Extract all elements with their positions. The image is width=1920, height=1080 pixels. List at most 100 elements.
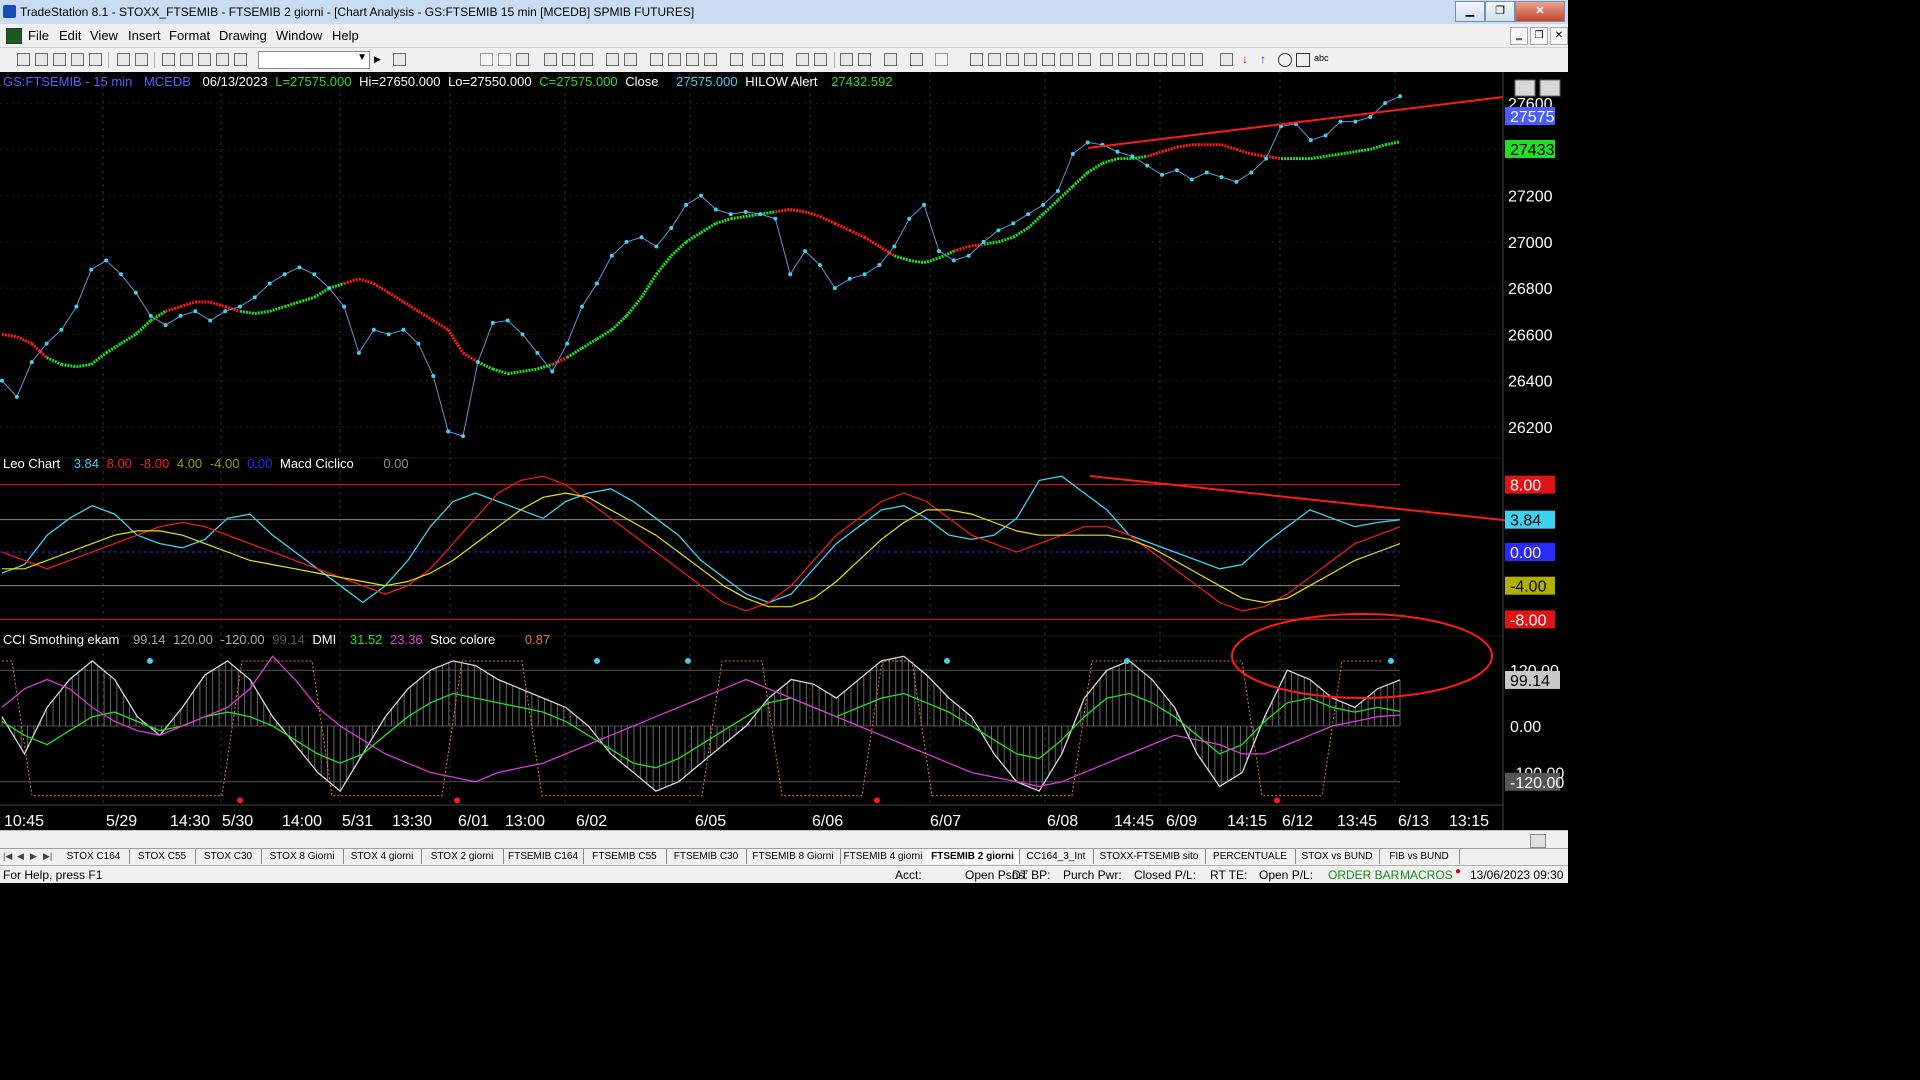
tab-stox-2-giorni[interactable]: STOX 2 giorni	[421, 849, 504, 864]
strategy-icon[interactable]	[562, 53, 575, 66]
curve-icon[interactable]	[1220, 53, 1233, 66]
menu-edit[interactable]: Edit	[59, 28, 81, 43]
tab-first-icon[interactable]: |◀	[3, 851, 12, 862]
chart-style-line-icon[interactable]	[498, 53, 511, 66]
tab-prev-icon[interactable]: ◀	[17, 851, 24, 862]
symbol-combobox[interactable]: ▼	[258, 51, 370, 69]
menu-window[interactable]: Window	[276, 28, 322, 43]
text-icon[interactable]	[910, 53, 923, 66]
menu-insert[interactable]: Insert	[128, 28, 161, 43]
tab-ftsemib-2-giorni[interactable]: FTSEMIB 2 giorni	[926, 849, 1020, 864]
speed-lines-icon[interactable]	[1042, 53, 1055, 66]
format-window-icon[interactable]	[624, 53, 637, 66]
mdi-restore-button[interactable]: ❐	[1530, 27, 1548, 45]
macros-button[interactable]: MACROS	[1400, 868, 1453, 882]
tools-icon[interactable]	[884, 53, 897, 66]
radar-icon[interactable]	[686, 53, 699, 66]
tab-stox-vs-bund[interactable]: STOX vs BUND	[1295, 849, 1380, 864]
chevron-down-icon[interactable]: ▼	[357, 52, 367, 63]
data-window-icon[interactable]	[516, 53, 529, 66]
chart-style-bar-icon[interactable]	[480, 53, 493, 66]
scanner-icon[interactable]	[704, 53, 717, 66]
news-icon[interactable]	[650, 53, 663, 66]
chart-canvas[interactable]: 2760027400272002700026800266002640026200…	[0, 72, 1568, 830]
mdi-close-button[interactable]: ✕	[1550, 27, 1568, 45]
tab-next-icon[interactable]: ▶	[30, 851, 37, 862]
chart-window-icon[interactable]	[6, 28, 22, 44]
chart-analysis-window[interactable]: 2760027400272002700026800266002640026200…	[0, 72, 1568, 830]
lock-icon[interactable]	[198, 53, 211, 66]
angle-line-icon[interactable]	[1118, 53, 1131, 66]
tradestation-app-icon[interactable]	[3, 5, 16, 18]
ellipse-icon[interactable]	[1278, 53, 1292, 67]
tab-stox-c30[interactable]: STOX C30	[195, 849, 262, 864]
regression-channel-icon[interactable]	[1100, 53, 1113, 66]
fibonacci-icon[interactable]	[1024, 53, 1037, 66]
cycle-icon[interactable]	[1190, 53, 1203, 66]
print-icon[interactable]	[117, 53, 130, 66]
play-icon[interactable]: ▶	[374, 54, 381, 65]
tab-ftsemib-8-giorni[interactable]: FTSEMIB 8 Giorni	[746, 849, 841, 864]
format-symbol-icon[interactable]	[606, 53, 619, 66]
tab-last-icon[interactable]: ▶|	[43, 851, 52, 862]
print-preview-icon[interactable]	[135, 53, 148, 66]
menu-drawing[interactable]: Drawing	[219, 28, 267, 43]
new-icon[interactable]	[17, 53, 30, 66]
window-layout-icon[interactable]	[162, 53, 175, 66]
bar-chart-icon[interactable]	[752, 53, 765, 66]
options-icon[interactable]	[668, 53, 681, 66]
arrow-down-icon[interactable]: ↓	[1242, 52, 1248, 66]
order-bar-button[interactable]: ORDER BAR	[1328, 868, 1399, 882]
tab-ftsemib-c30[interactable]: FTSEMIB C30	[666, 849, 747, 864]
expand-bars-icon[interactable]	[770, 53, 783, 66]
zoom-in-icon[interactable]	[796, 53, 809, 66]
tab-stoxx-ftsemib-sito[interactable]: STOXX-FTSEMIB sito	[1093, 849, 1206, 864]
paste-icon[interactable]	[89, 53, 102, 66]
rectangle-icon[interactable]	[1296, 53, 1310, 67]
gann-fan-icon[interactable]	[1060, 53, 1073, 66]
scroll-thumb[interactable]	[1530, 834, 1546, 848]
save-icon[interactable]	[53, 53, 66, 66]
horizontal-lines-icon[interactable]	[1006, 53, 1019, 66]
find-icon[interactable]	[393, 53, 406, 66]
minimize-button[interactable]: ▁	[1455, 1, 1485, 22]
chart-scrollbar[interactable]	[0, 830, 1568, 849]
trendline-icon[interactable]	[970, 53, 983, 66]
arrow-up-icon[interactable]: ↑	[1260, 52, 1266, 66]
tab-stox-c55[interactable]: STOX C55	[129, 849, 196, 864]
menu-file[interactable]: File	[28, 28, 49, 43]
menu-help[interactable]: Help	[332, 28, 359, 43]
globe-icon[interactable]	[234, 53, 247, 66]
text-label-icon[interactable]: abc	[1314, 53, 1329, 63]
andrews-pitchfork-icon[interactable]	[1078, 53, 1091, 66]
indicator-icon[interactable]	[544, 53, 557, 66]
tab-stox-c164[interactable]: STOX C164	[58, 849, 130, 864]
parallel-lines-icon[interactable]	[1154, 53, 1167, 66]
tab-fib-vs-bund[interactable]: FIB vs BUND	[1379, 849, 1460, 864]
eraser-icon[interactable]	[935, 53, 948, 66]
tab-cc164-3-int[interactable]: CC164_3_Int	[1019, 849, 1094, 864]
tab-percentuale[interactable]: PERCENTUALE	[1205, 849, 1296, 864]
close-button[interactable]: ✕	[1515, 1, 1565, 22]
tab-ftsemib-c55[interactable]: FTSEMIB C55	[583, 849, 667, 864]
open-icon[interactable]	[35, 53, 48, 66]
workspace-icon[interactable]	[180, 53, 193, 66]
restore-button[interactable]: ❐	[1485, 1, 1515, 22]
menu-view[interactable]: View	[90, 28, 118, 43]
zoom-out-icon[interactable]	[814, 53, 827, 66]
arc-icon[interactable]	[1172, 53, 1185, 66]
candlestick-icon[interactable]	[730, 53, 743, 66]
tab-stox-8-giorni[interactable]: STOX 8 Giorni	[261, 849, 344, 864]
vertical-lines-icon[interactable]	[988, 53, 1001, 66]
tab-stox-4-giorni[interactable]: STOX 4 giorni	[343, 849, 422, 864]
mdi-minimize-button[interactable]: ‗	[1510, 27, 1528, 45]
menu-format[interactable]: Format	[169, 28, 210, 43]
hand-icon[interactable]	[858, 53, 871, 66]
copy-icon[interactable]	[71, 53, 84, 66]
tab-ftsemib-c164[interactable]: FTSEMIB C164	[503, 849, 584, 864]
keyboard-icon[interactable]	[216, 53, 229, 66]
arrow-both-icon[interactable]	[1136, 53, 1149, 66]
pointer-icon[interactable]	[840, 53, 853, 66]
paintbar-icon[interactable]	[580, 53, 593, 66]
tab-ftsemib-4-giorni[interactable]: FTSEMIB 4 giorni	[840, 849, 927, 864]
